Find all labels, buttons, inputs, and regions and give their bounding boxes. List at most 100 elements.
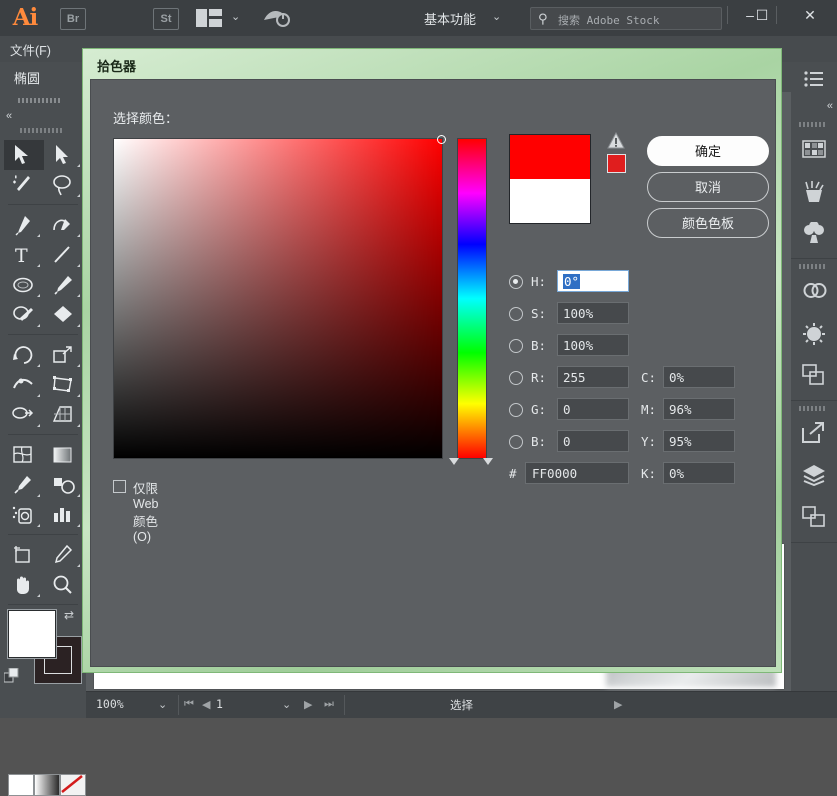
tool-column-graph[interactable]: [44, 500, 84, 530]
dock-collapse-icon[interactable]: «: [827, 100, 831, 112]
out-of-gamut-swatch[interactable]: [607, 154, 626, 173]
tool-mesh[interactable]: [4, 440, 44, 470]
input-brightness[interactable]: 100%: [557, 334, 629, 356]
input-yellow[interactable]: 95%: [663, 430, 735, 452]
slice-tool-icon: [52, 544, 74, 566]
gradient-swatch-button[interactable]: [34, 774, 60, 796]
workspace-chevron-down-icon[interactable]: ⌄: [492, 10, 501, 23]
tool-flyout-corner-icon: [37, 364, 40, 367]
input-cyan[interactable]: 0%: [663, 366, 735, 388]
radio-green[interactable]: [509, 403, 523, 417]
input-red[interactable]: 255: [557, 366, 629, 388]
tool-line-segment[interactable]: [44, 240, 84, 270]
tool-width[interactable]: [4, 370, 44, 400]
tool-eraser[interactable]: [44, 300, 84, 330]
maximize-button[interactable]: ☐: [742, 0, 782, 30]
tool-lasso[interactable]: [44, 170, 84, 200]
input-hue[interactable]: 0°: [557, 270, 629, 292]
tool-selection[interactable]: [4, 140, 44, 170]
tool-flyout-corner-icon: [37, 494, 40, 497]
tool-symbol-sprayer[interactable]: [4, 500, 44, 530]
cancel-button[interactable]: 取消: [647, 172, 769, 202]
arrange-chevron-down-icon[interactable]: ⌄: [231, 10, 240, 23]
tool-rotate[interactable]: [4, 340, 44, 370]
tool-gradient[interactable]: [44, 440, 84, 470]
tool-type[interactable]: T: [4, 240, 44, 270]
input-hex[interactable]: FF0000: [525, 462, 629, 484]
status-mode-label[interactable]: 选择: [86, 697, 837, 713]
tool-scale[interactable]: [44, 340, 84, 370]
tool-slice[interactable]: [44, 540, 84, 570]
search-input[interactable]: ⚲ 搜索 Adobe Stock: [530, 7, 722, 30]
stock-button[interactable]: St: [153, 8, 179, 30]
tool-shape-builder[interactable]: [4, 400, 44, 430]
web-safe-checkbox[interactable]: [113, 480, 126, 493]
cc-sync-icon[interactable]: [262, 6, 290, 33]
panel-creative-cloud-button[interactable]: [791, 272, 837, 310]
panel-creative-cloud-icon: [802, 280, 828, 302]
tools-divider: [8, 204, 78, 205]
tool-magic-wand[interactable]: [4, 170, 44, 200]
hue-slider-marker-left[interactable]: [449, 458, 459, 465]
tool-free-transform[interactable]: [44, 370, 84, 400]
arrange-documents-icon[interactable]: [196, 9, 222, 30]
default-fill-stroke-icon[interactable]: [4, 668, 22, 689]
blend-tool-icon: [52, 474, 76, 496]
tool-curvature[interactable]: [44, 210, 84, 240]
tool-perspective-grid[interactable]: [44, 400, 84, 430]
panel-brushes-button[interactable]: [791, 172, 837, 210]
tool-hand[interactable]: [4, 570, 44, 600]
tool-shaper[interactable]: [4, 300, 44, 330]
input-saturation[interactable]: 100%: [557, 302, 629, 324]
tools-collapse-icon[interactable]: «: [6, 110, 10, 122]
panel-layers-button[interactable]: [791, 456, 837, 494]
input-blue[interactable]: 0: [557, 430, 629, 452]
color-swatches-button[interactable]: 颜色色板: [647, 208, 769, 238]
status-expand-button[interactable]: ▶: [614, 698, 622, 711]
tool-ellipse[interactable]: [4, 270, 44, 300]
color-swatch-button[interactable]: [8, 774, 34, 796]
radio-blue[interactable]: [509, 435, 523, 449]
radio-red[interactable]: [509, 371, 523, 385]
tools-panel-grip[interactable]: [18, 98, 62, 103]
menu-file[interactable]: 文件(F): [10, 40, 51, 59]
input-magenta[interactable]: 96%: [663, 398, 735, 420]
tool-pen[interactable]: [4, 210, 44, 240]
input-green[interactable]: 0: [557, 398, 629, 420]
swap-fill-stroke-icon[interactable]: ⇄: [64, 608, 74, 622]
radio-hue[interactable]: [509, 275, 523, 289]
tool-zoom[interactable]: [44, 570, 84, 600]
label-green: G:: [531, 402, 546, 417]
panel-artboards-icon: [802, 506, 826, 528]
preview-new-color[interactable]: [510, 135, 590, 179]
panel-color-guide-button[interactable]: [791, 314, 837, 352]
none-swatch-button[interactable]: [60, 774, 86, 796]
panel-asset-export-button[interactable]: [791, 414, 837, 452]
bridge-button[interactable]: Br: [60, 8, 86, 30]
panel-artboards-button[interactable]: [791, 498, 837, 536]
radio-brightness[interactable]: [509, 339, 523, 353]
workspace-switcher[interactable]: 基本功能: [424, 9, 476, 28]
tool-blend[interactable]: [44, 470, 84, 500]
saturation-brightness-field[interactable]: [113, 138, 443, 459]
tool-direct-selection[interactable]: [44, 140, 84, 170]
panel-symbols-icon: [802, 222, 826, 244]
out-of-gamut-warning-icon[interactable]: [607, 132, 625, 152]
panel-properties-icon[interactable]: [803, 70, 825, 91]
preview-previous-color[interactable]: [510, 179, 590, 223]
fill-swatch[interactable]: [8, 610, 56, 658]
tool-paintbrush[interactable]: [44, 270, 84, 300]
panel-swatches-button[interactable]: [791, 130, 837, 168]
panel-symbols-button[interactable]: [791, 214, 837, 252]
tool-eyedropper[interactable]: [4, 470, 44, 500]
input-black[interactable]: 0%: [663, 462, 735, 484]
sb-selection-marker[interactable]: [437, 135, 446, 144]
ok-button[interactable]: 确定: [647, 136, 769, 166]
tool-flyout-corner-icon: [37, 394, 40, 397]
tool-artboard[interactable]: [4, 540, 44, 570]
radio-saturation[interactable]: [509, 307, 523, 321]
hue-slider[interactable]: [457, 138, 487, 459]
close-button[interactable]: ✕: [790, 0, 830, 30]
panel-pathfinder-button[interactable]: [791, 356, 837, 394]
hue-slider-marker-right[interactable]: [483, 458, 493, 465]
